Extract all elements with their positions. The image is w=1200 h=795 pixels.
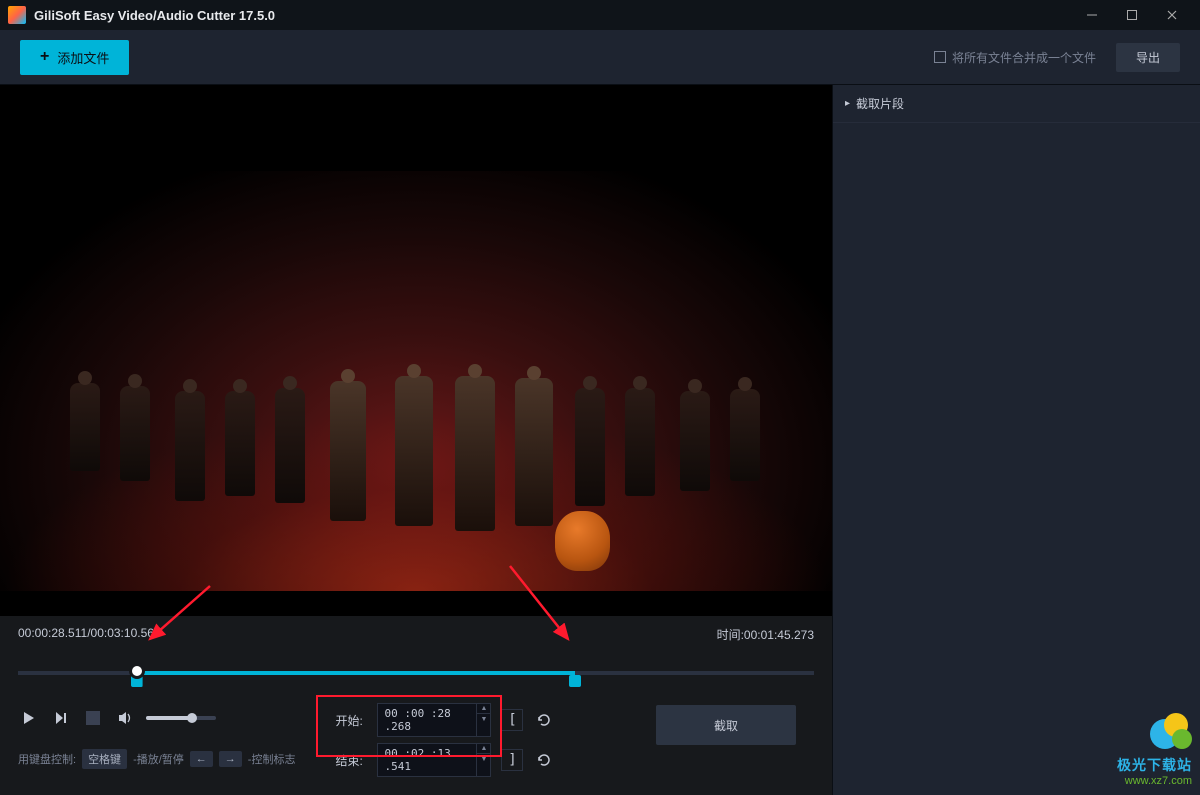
chevron-right-icon: ▸ xyxy=(845,98,850,109)
merge-label: 将所有文件合并成一个文件 xyxy=(952,49,1096,66)
end-time-input[interactable]: 00 :02 :13 .541 xyxy=(377,743,477,777)
time-position: 00:00:28.511/00:03:10.564 xyxy=(18,626,161,643)
selection-duration: 时间:00:01:45.273 xyxy=(717,626,814,643)
start-time-label: 开始: xyxy=(335,712,367,729)
volume-icon[interactable] xyxy=(114,707,136,729)
key-left: ← xyxy=(190,751,213,767)
clips-panel-header[interactable]: ▸ 截取片段 xyxy=(833,85,1200,123)
start-time-spinner[interactable]: ▲▼ xyxy=(477,703,491,737)
selection-end-handle[interactable] xyxy=(569,675,581,687)
side-panel: ▸ 截取片段 xyxy=(832,85,1200,795)
toolbar: + 添加文件 将所有文件合并成一个文件 导出 xyxy=(0,30,1200,85)
add-file-label: 添加文件 xyxy=(57,48,109,67)
track-selection xyxy=(137,671,576,675)
merge-files-checkbox[interactable]: 将所有文件合并成一个文件 xyxy=(934,49,1096,66)
play-button[interactable] xyxy=(18,707,40,729)
video-area: 00:00:28.511/00:03:10.564 时间:00:01:45.27… xyxy=(0,85,832,795)
play-segment-button[interactable] xyxy=(50,707,72,729)
title-bar: GiliSoft Easy Video/Audio Cutter 17.5.0 xyxy=(0,0,1200,30)
stop-button[interactable] xyxy=(82,707,104,729)
maximize-button[interactable] xyxy=(1112,1,1152,29)
end-time-spinner[interactable]: ▲▼ xyxy=(477,743,491,777)
reset-start-button[interactable] xyxy=(533,709,555,731)
cut-button[interactable]: 截取 xyxy=(656,705,796,745)
app-title: GiliSoft Easy Video/Audio Cutter 17.5.0 xyxy=(34,8,275,23)
checkbox-icon xyxy=(934,51,946,63)
reset-end-button[interactable] xyxy=(533,749,555,771)
start-time-input[interactable]: 00 :00 :28 .268 xyxy=(377,703,477,737)
watermark: 极光下载站 www.xz7.com xyxy=(1117,711,1192,787)
playhead[interactable] xyxy=(129,663,145,679)
set-end-bracket-button[interactable]: ] xyxy=(501,749,523,771)
timeline-track[interactable] xyxy=(18,661,814,691)
key-space: 空格键 xyxy=(82,749,127,769)
add-file-button[interactable]: + 添加文件 xyxy=(20,40,129,75)
export-button[interactable]: 导出 xyxy=(1116,43,1180,72)
plus-icon: + xyxy=(40,48,49,66)
video-frame xyxy=(0,171,832,591)
volume-slider[interactable] xyxy=(146,716,216,720)
key-right: → xyxy=(219,751,242,767)
video-player[interactable] xyxy=(0,85,832,616)
timeline-area: 00:00:28.511/00:03:10.564 时间:00:01:45.27… xyxy=(0,616,832,795)
end-time-label: 结束: xyxy=(335,752,367,769)
app-icon xyxy=(8,6,26,24)
set-start-bracket-button[interactable]: [ xyxy=(501,709,523,731)
keyboard-hints: 用键盘控制: 空格键 -播放/暂停 ← → -控制标志 xyxy=(18,749,295,769)
close-button[interactable] xyxy=(1152,1,1192,29)
minimize-button[interactable] xyxy=(1072,1,1112,29)
